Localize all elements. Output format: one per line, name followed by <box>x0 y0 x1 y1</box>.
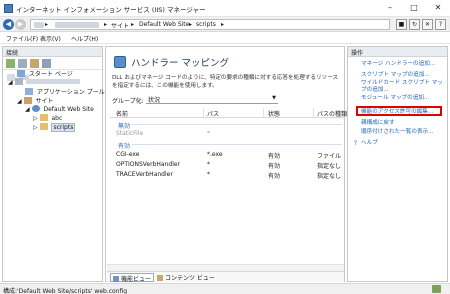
row-state: 有効 <box>268 173 281 180</box>
connections-pane: 接続 スタート ページ ◢ アプリケーション プール ◢ サイト ◢ Defau… <box>2 46 105 282</box>
folder-icon <box>23 97 32 104</box>
tab-content-view[interactable]: コンテンツ ビュー <box>155 273 217 282</box>
row-path: *.exe <box>207 151 223 158</box>
tree-item-start-page[interactable]: スタート ページ <box>17 69 73 78</box>
globe-icon <box>31 105 40 112</box>
revert-to-parent-link[interactable]: 親構成に戻す <box>361 120 447 127</box>
title-bar: インターネット インフォメーション サービス (IIS) マネージャー – □ … <box>0 0 450 17</box>
handler-mappings-icon <box>114 56 126 68</box>
tab-features-view[interactable]: 機能ビュー <box>110 273 155 283</box>
tree-item-host[interactable]: ◢ <box>8 78 81 87</box>
row-path-type: 指定なし <box>317 163 342 170</box>
row-state: 有効 <box>268 163 281 170</box>
row-path: * <box>207 171 210 178</box>
breadcrumb[interactable]: ▸ ▸ サイト ▸ Default Web Site ▸ scripts ▸ <box>30 19 390 30</box>
status-text: 構成:'Default Web Site/scripts' web.config <box>3 288 128 294</box>
column-state[interactable]: 状態 <box>268 109 280 118</box>
app-pool-icon <box>25 88 33 95</box>
crumb-default-web-site[interactable]: Default Web Site <box>139 21 189 28</box>
annotation-highlight-box <box>356 106 442 116</box>
add-module-map-link[interactable]: モジュール マップの追加... <box>361 95 447 102</box>
column-path-type[interactable]: パスの種類 <box>317 109 347 118</box>
actions-pane: 操作 マネージ ハンドラーの追加... スクリプト マップの追加... ワイルド… <box>347 46 448 282</box>
expand-icon[interactable]: ▷ <box>33 115 38 122</box>
row-path: * <box>207 130 210 137</box>
page-description: DLL およびマネージ コードのように、特定の要求の種類に対する応答を処理するリ… <box>112 75 339 89</box>
tree-item-app-pools[interactable]: アプリケーション プール <box>25 87 105 96</box>
actions-header: 操作 <box>348 47 447 57</box>
shield-icon[interactable]: ■ <box>396 19 407 30</box>
column-name[interactable]: 名前 <box>116 109 128 118</box>
computer-icon <box>14 78 23 85</box>
help-icon: ? <box>353 140 358 147</box>
connect-icon[interactable] <box>6 59 15 68</box>
tree-item-default-web-site[interactable]: ◢ Default Web Site <box>25 105 94 114</box>
window-title: インターネット インフォメーション サービス (IIS) マネージャー <box>16 6 206 14</box>
status-bar: 構成:'Default Web Site/scripts' web.config <box>0 283 450 294</box>
minimize-button[interactable]: – <box>378 0 402 16</box>
collapse-icon[interactable]: ◢ <box>17 98 22 105</box>
close-button[interactable]: ✕ <box>426 0 450 16</box>
menu-view[interactable]: 表示(V) <box>40 34 61 43</box>
tree-item-sites[interactable]: ◢ サイト <box>17 96 53 105</box>
help-icon[interactable]: ? <box>435 19 446 30</box>
tree-refresh-icon[interactable] <box>42 59 51 68</box>
server-icon <box>34 22 44 28</box>
menu-bar: ファイル(F) 表示(V) ヘルプ(H) <box>0 32 450 44</box>
menu-file[interactable]: ファイル(F) <box>6 34 38 43</box>
expand-icon[interactable]: ▷ <box>33 124 38 131</box>
help-link[interactable]: ヘルプ <box>361 140 447 147</box>
up-icon[interactable] <box>30 59 39 68</box>
folder-icon <box>39 123 48 130</box>
menu-help[interactable]: ヘルプ(H) <box>71 34 98 43</box>
forward-arrow-icon[interactable]: ▶ <box>15 19 26 30</box>
tree-item-scripts[interactable]: ▷ scripts <box>33 123 76 132</box>
row-name[interactable]: TRACEVerbHandler <box>116 171 173 178</box>
connections-header: 接続 <box>3 47 102 57</box>
chevron-down-icon: ▼ <box>272 95 276 101</box>
horizontal-scrollbar[interactable] <box>107 264 344 271</box>
row-name[interactable]: OPTIONSVerbHandler <box>116 161 180 168</box>
network-status-icon <box>432 285 441 293</box>
refresh-icon[interactable]: ↻ <box>409 19 420 30</box>
group-by-select[interactable]: 状況 ▼ <box>146 94 278 104</box>
tree-item-abc[interactable]: ▷ abc <box>33 114 62 123</box>
start-page-icon <box>17 70 25 77</box>
group-header-disabled[interactable]: 無効 <box>110 120 344 130</box>
crumb-server-redacted[interactable] <box>55 22 99 28</box>
row-name[interactable]: StaticFile <box>116 130 143 137</box>
row-path: * <box>207 161 210 168</box>
add-managed-handler-link[interactable]: マネージ ハンドラーの追加... <box>361 61 447 68</box>
view-ordered-list-link[interactable]: 順序付けされた一覧の表示... <box>361 129 447 136</box>
crumb-scripts[interactable]: scripts <box>196 21 216 28</box>
crumb-sites[interactable]: サイト <box>111 21 129 30</box>
row-state: 有効 <box>268 153 281 160</box>
add-wildcard-script-map-link[interactable]: ワイルドカード スクリプト マップの追加... <box>361 80 447 93</box>
row-name[interactable]: CGI-exe <box>116 151 139 158</box>
column-path[interactable]: パス <box>207 109 219 118</box>
save-icon[interactable] <box>18 59 27 68</box>
view-tabs: 機能ビュー コンテンツ ビュー <box>107 271 344 283</box>
handler-mappings-pane: ハンドラー マッピング DLL およびマネージ コードのように、特定の要求の種類… <box>105 46 347 283</box>
maximize-button[interactable]: □ <box>402 0 426 16</box>
collapse-icon[interactable]: ◢ <box>8 79 13 86</box>
row-path-type: 指定なし <box>317 173 342 180</box>
collapse-icon[interactable]: ◢ <box>25 106 30 113</box>
features-view-icon <box>113 276 119 282</box>
add-script-map-link[interactable]: スクリプト マップの追加... <box>361 72 447 79</box>
page-title: ハンドラー マッピング <box>131 58 230 69</box>
folder-icon <box>39 114 48 121</box>
row-path-type: ファイル <box>317 153 342 160</box>
stop-icon[interactable]: ✕ <box>422 19 433 30</box>
address-bar: ◀ ▶ ▸ ▸ サイト ▸ Default Web Site ▸ scripts… <box>0 17 450 32</box>
group-by-label: グループ化: <box>112 98 144 105</box>
content-view-icon <box>157 275 163 281</box>
iis-app-icon <box>4 4 13 13</box>
back-arrow-icon[interactable]: ◀ <box>3 19 14 30</box>
address-tools: ■ ↻ ✕ ? <box>396 19 448 30</box>
grid-header: 名前 パス 状態 パスの種類 <box>110 107 347 118</box>
group-header-enabled[interactable]: 有効 <box>110 140 344 150</box>
